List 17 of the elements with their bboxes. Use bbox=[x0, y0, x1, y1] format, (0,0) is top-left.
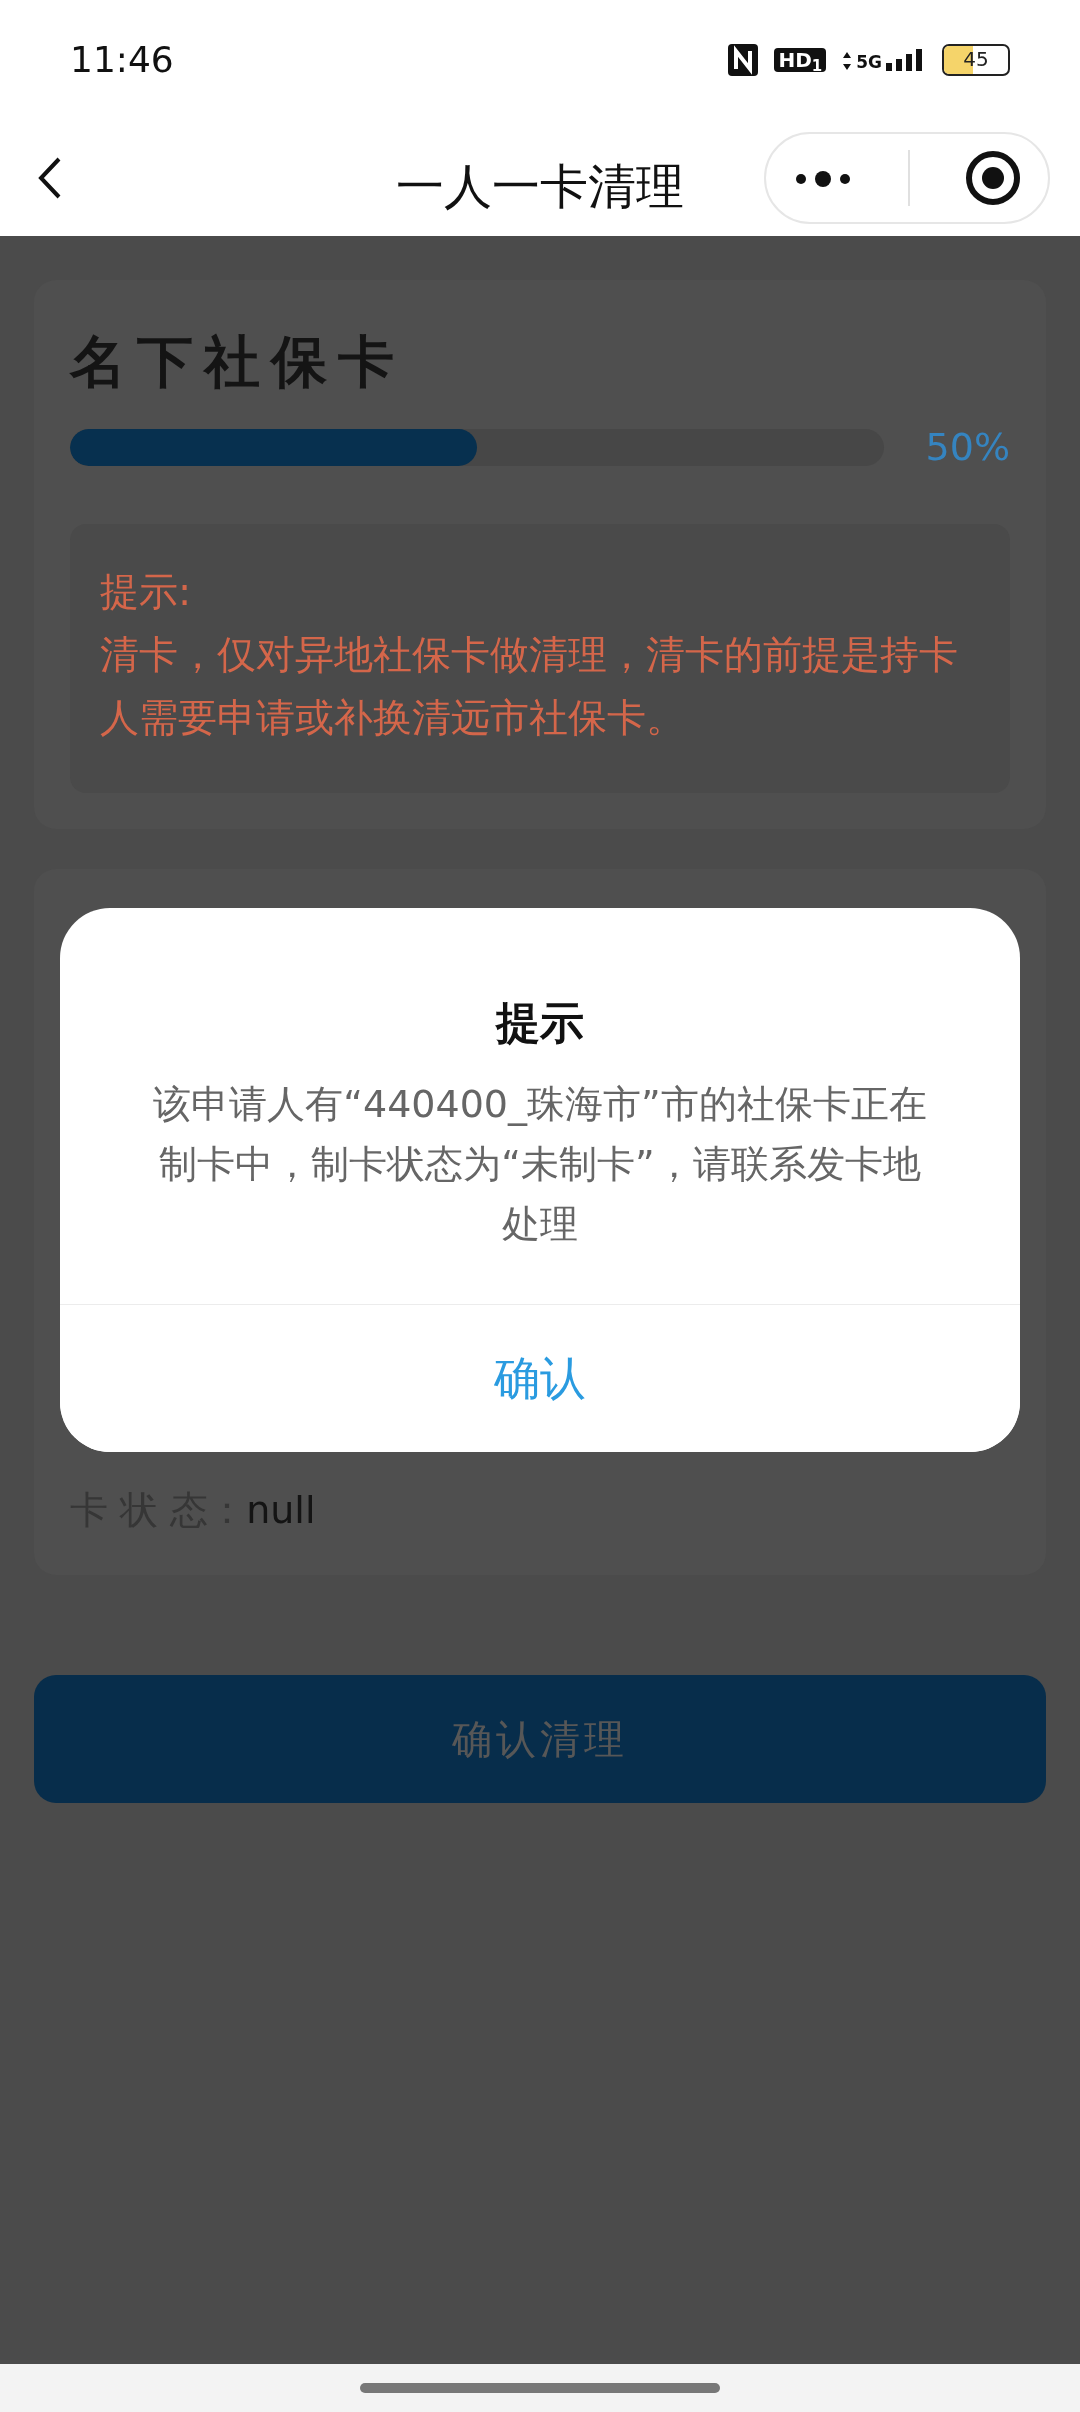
confirm-button[interactable]: 确认 bbox=[60, 1304, 1020, 1452]
close-target-icon[interactable] bbox=[964, 150, 1021, 206]
confirm-clear-button[interactable]: 确认清理 bbox=[34, 1675, 1046, 1804]
page-title: 一人一卡清理 bbox=[395, 157, 685, 216]
detail-value: null bbox=[246, 1487, 316, 1535]
hd-indicator: HD$_{1}$ bbox=[774, 48, 827, 72]
nfc-icon bbox=[728, 44, 759, 76]
dialog-title: 提示 bbox=[494, 996, 585, 1050]
back-icon[interactable] bbox=[38, 156, 62, 200]
card-title: 名下社保卡 bbox=[70, 328, 406, 396]
tip-label: 提示: bbox=[100, 568, 193, 617]
data-arrows-icon bbox=[842, 51, 853, 71]
dialog-message: 该申请人有“440400_珠海市”市的社保卡正在制卡中，制卡状态为“未制卡”，请联系发卡地处理 bbox=[152, 1081, 928, 1248]
tip-text: 清卡，仅对异地社保卡做清理，清卡的前提是持卡人需要申请或补换清远市社保卡。 bbox=[100, 631, 959, 743]
progress-percentage: 50% bbox=[924, 424, 1010, 472]
status-time: 11:46 bbox=[70, 38, 174, 82]
network-type: 5G bbox=[856, 54, 882, 71]
